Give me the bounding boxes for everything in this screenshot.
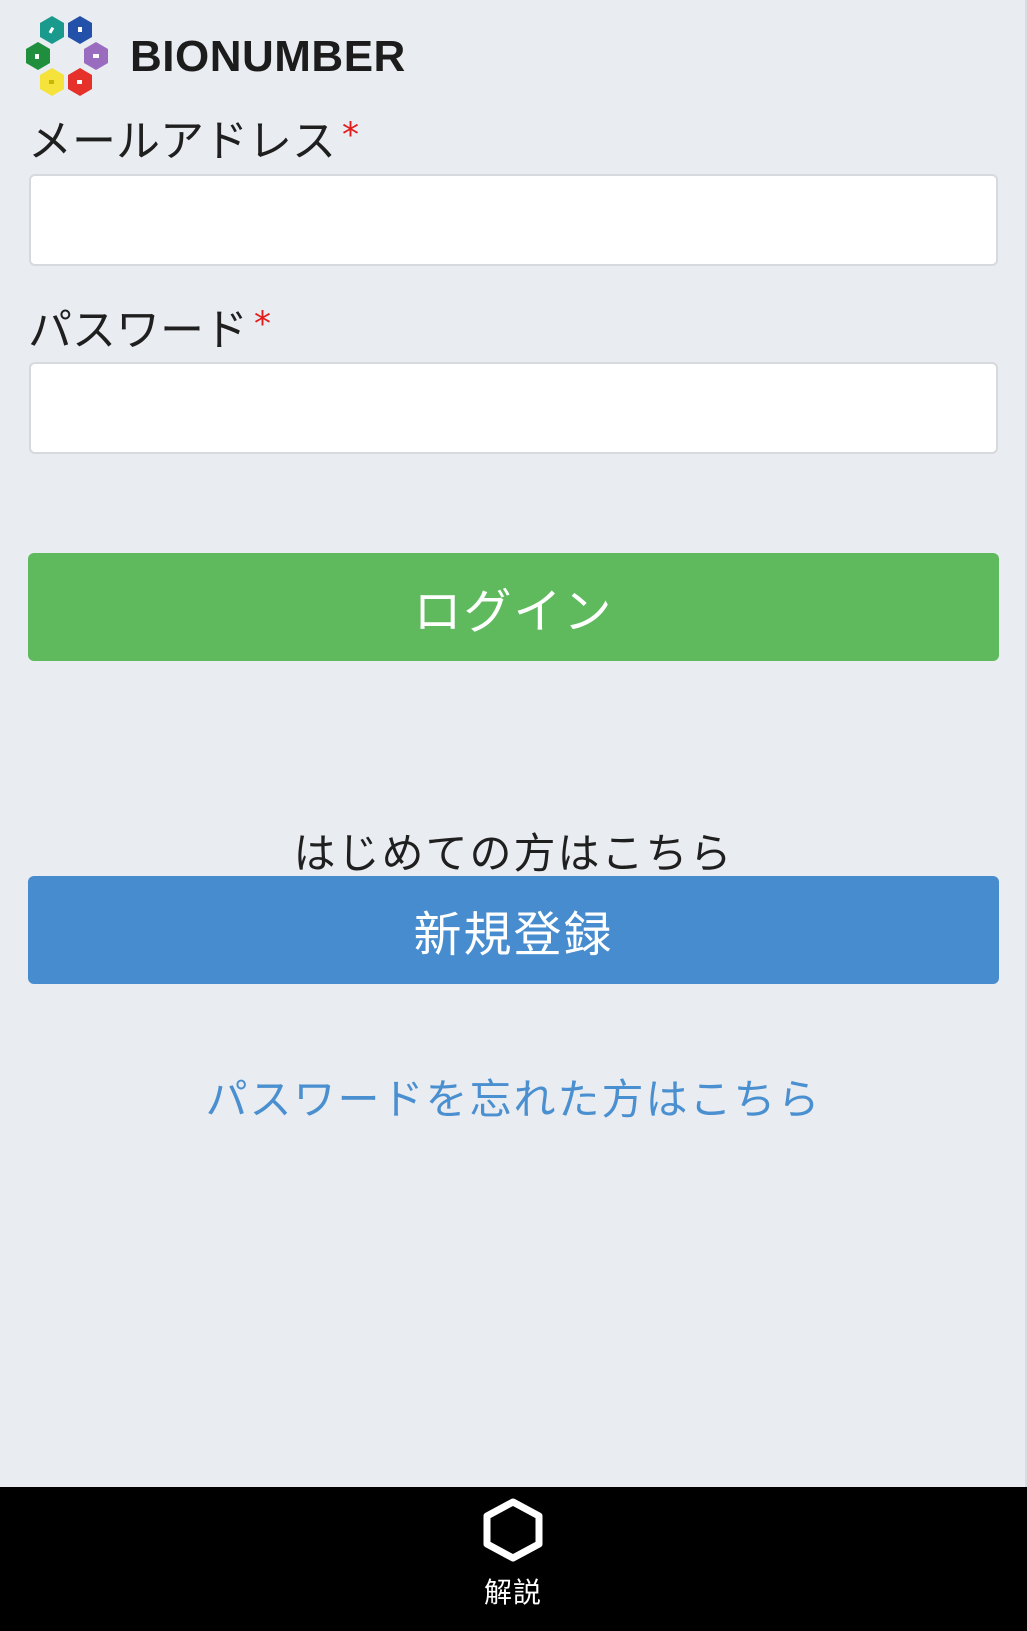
password-label-text: パスワード xyxy=(28,305,248,356)
email-required-mark: * xyxy=(342,115,359,155)
password-label: パスワード * xyxy=(28,307,271,353)
email-input[interactable] xyxy=(29,174,998,266)
tab-explanation[interactable]: 解説 xyxy=(463,1497,563,1617)
bottom-tab-bar: 解説 xyxy=(0,1487,1027,1631)
forgot-password-link[interactable]: パスワードを忘れた方はこちら xyxy=(0,1066,1027,1127)
bionumber-hexagon-logo-icon xyxy=(26,14,114,100)
register-prompt: はじめての方はこちら xyxy=(293,829,734,878)
email-label: メールアドレス * xyxy=(28,118,359,164)
login-button[interactable]: ログイン xyxy=(28,553,999,661)
brand-title: BIONUMBER xyxy=(130,32,406,81)
email-label-text: メールアドレス xyxy=(28,116,336,167)
brand-header: BIONUMBER xyxy=(26,14,406,100)
tab-explanation-label: 解説 xyxy=(483,1576,542,1609)
password-required-mark: * xyxy=(254,304,271,344)
register-button[interactable]: 新規登録 xyxy=(28,876,999,984)
hexagon-outline-icon xyxy=(483,1498,543,1562)
password-input[interactable] xyxy=(29,362,998,454)
login-screen: BIONUMBER メールアドレス * パスワード * ログイン はじめての方はこち… xyxy=(0,0,1027,1487)
